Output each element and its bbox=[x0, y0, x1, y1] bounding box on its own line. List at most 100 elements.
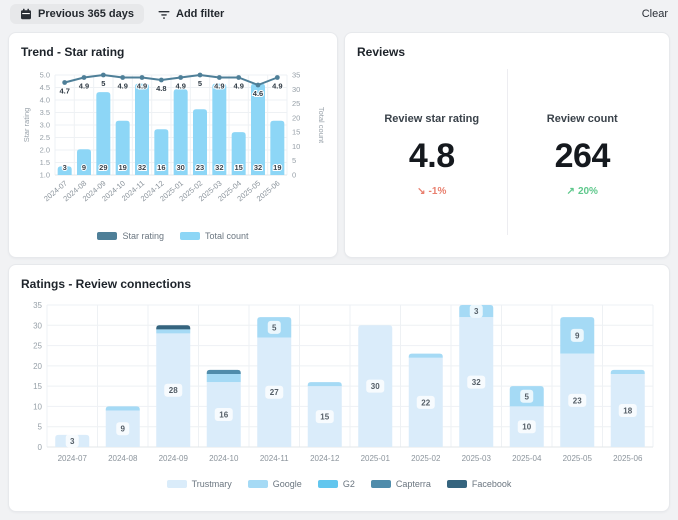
svg-text:4.9: 4.9 bbox=[175, 82, 185, 91]
legend-item-capterra: Capterra bbox=[371, 479, 431, 489]
svg-text:0: 0 bbox=[292, 171, 296, 180]
svg-text:4.9: 4.9 bbox=[214, 82, 224, 91]
svg-text:2025-02: 2025-02 bbox=[411, 454, 441, 463]
svg-text:2025-05: 2025-05 bbox=[563, 454, 593, 463]
svg-text:5: 5 bbox=[198, 79, 202, 88]
toolbar: Previous 365 days Add filter Clear bbox=[0, 0, 678, 28]
add-filter-button[interactable]: Add filter bbox=[158, 8, 224, 20]
date-range-label: Previous 365 days bbox=[38, 8, 134, 20]
svg-text:25: 25 bbox=[292, 99, 300, 108]
legend-label: Trustmary bbox=[192, 479, 232, 489]
trend-up-icon: ↗ bbox=[567, 186, 575, 197]
legend-item-trustmary: Trustmary bbox=[167, 479, 232, 489]
svg-text:2024-10: 2024-10 bbox=[209, 454, 239, 463]
svg-text:5: 5 bbox=[292, 156, 296, 165]
kpi-delta-value: -1% bbox=[429, 186, 447, 197]
svg-text:9: 9 bbox=[82, 163, 86, 172]
clear-filters-button[interactable]: Clear bbox=[642, 8, 668, 20]
svg-text:4.7: 4.7 bbox=[59, 87, 69, 96]
svg-text:2024-09: 2024-09 bbox=[159, 454, 189, 463]
svg-text:3.5: 3.5 bbox=[40, 108, 50, 117]
ratings-card-title: Ratings - Review connections bbox=[21, 277, 657, 291]
legend-label: Total count bbox=[205, 231, 249, 241]
kpi-value: 264 bbox=[555, 137, 610, 176]
svg-text:30: 30 bbox=[176, 163, 184, 172]
svg-text:5: 5 bbox=[272, 323, 277, 332]
svg-text:5: 5 bbox=[38, 423, 43, 432]
svg-text:19: 19 bbox=[118, 163, 126, 172]
ratings-chart-legend: Trustmary Google G2 Capterra Facebook bbox=[21, 479, 657, 489]
svg-text:35: 35 bbox=[292, 71, 300, 80]
legend-item-g2: G2 bbox=[318, 479, 355, 489]
svg-text:2.5: 2.5 bbox=[40, 133, 50, 142]
svg-text:19: 19 bbox=[273, 163, 281, 172]
svg-text:32: 32 bbox=[254, 163, 262, 172]
svg-text:9: 9 bbox=[121, 425, 126, 434]
calendar-icon bbox=[20, 8, 32, 20]
svg-text:2024-11: 2024-11 bbox=[260, 454, 289, 463]
svg-text:30: 30 bbox=[371, 382, 380, 391]
trend-chart-legend: Star rating Total count bbox=[21, 231, 325, 241]
legend-label: G2 bbox=[343, 479, 355, 489]
legend-swatch bbox=[97, 232, 117, 240]
svg-text:23: 23 bbox=[573, 396, 582, 405]
svg-text:30: 30 bbox=[292, 85, 300, 94]
svg-text:4.5: 4.5 bbox=[40, 83, 50, 92]
legend-swatch bbox=[180, 232, 200, 240]
svg-text:35: 35 bbox=[33, 301, 42, 310]
svg-text:Total count: Total count bbox=[317, 107, 326, 144]
svg-text:5: 5 bbox=[525, 392, 530, 401]
svg-text:22: 22 bbox=[421, 398, 430, 407]
legend-item-facebook: Facebook bbox=[447, 479, 512, 489]
svg-text:4.8: 4.8 bbox=[156, 84, 166, 93]
date-range-button[interactable]: Previous 365 days bbox=[10, 4, 144, 24]
svg-text:15: 15 bbox=[292, 128, 300, 137]
add-filter-label: Add filter bbox=[176, 8, 224, 20]
svg-text:1.5: 1.5 bbox=[40, 158, 50, 167]
svg-text:32: 32 bbox=[138, 163, 146, 172]
kpi-label: Review count bbox=[547, 113, 618, 125]
legend-item-total-count: Total count bbox=[180, 231, 249, 241]
reviews-card: Reviews Review star rating 4.8 ↘ -1% Rev… bbox=[344, 32, 670, 258]
svg-text:4.9: 4.9 bbox=[79, 82, 89, 91]
svg-text:15: 15 bbox=[234, 163, 242, 172]
kpi-delta: ↗ 20% bbox=[567, 186, 598, 197]
svg-text:4.9: 4.9 bbox=[272, 82, 282, 91]
svg-text:2025-03: 2025-03 bbox=[462, 454, 492, 463]
svg-text:32: 32 bbox=[472, 378, 481, 387]
svg-text:4.0: 4.0 bbox=[40, 96, 50, 105]
trend-card-title: Trend - Star rating bbox=[21, 45, 325, 59]
svg-text:27: 27 bbox=[270, 388, 279, 397]
filter-lines-icon bbox=[158, 8, 170, 20]
legend-label: Star rating bbox=[122, 231, 164, 241]
svg-text:9: 9 bbox=[575, 331, 580, 340]
svg-text:4.9: 4.9 bbox=[233, 82, 243, 91]
svg-text:3: 3 bbox=[474, 307, 479, 316]
legend-item-google: Google bbox=[248, 479, 302, 489]
svg-text:5.0: 5.0 bbox=[40, 71, 50, 80]
trend-star-rating-card: Trend - Star rating 1.01.52.02.53.03.54.… bbox=[8, 32, 338, 258]
kpi-label: Review star rating bbox=[384, 113, 479, 125]
svg-text:2.0: 2.0 bbox=[40, 146, 50, 155]
svg-text:18: 18 bbox=[623, 406, 632, 415]
kpi-value: 4.8 bbox=[409, 137, 455, 176]
kpi-delta-value: 20% bbox=[578, 186, 598, 197]
trend-chart: 1.01.52.02.53.03.54.04.55.00510152025303… bbox=[21, 65, 327, 229]
legend-item-star-rating: Star rating bbox=[97, 231, 164, 241]
svg-text:2024-12: 2024-12 bbox=[310, 454, 340, 463]
svg-text:25: 25 bbox=[33, 342, 42, 351]
svg-text:28: 28 bbox=[169, 386, 178, 395]
legend-swatch bbox=[167, 480, 187, 488]
svg-text:23: 23 bbox=[196, 163, 204, 172]
trend-down-icon: ↘ bbox=[417, 186, 425, 197]
svg-text:3: 3 bbox=[70, 437, 75, 446]
svg-text:20: 20 bbox=[292, 113, 300, 122]
reviews-card-title: Reviews bbox=[357, 45, 657, 59]
svg-text:0: 0 bbox=[38, 443, 43, 452]
legend-swatch bbox=[248, 480, 268, 488]
svg-text:32: 32 bbox=[215, 163, 223, 172]
kpi-review-star-rating: Review star rating 4.8 ↘ -1% bbox=[357, 59, 507, 245]
legend-swatch bbox=[371, 480, 391, 488]
svg-text:16: 16 bbox=[157, 163, 165, 172]
svg-text:10: 10 bbox=[33, 402, 42, 411]
